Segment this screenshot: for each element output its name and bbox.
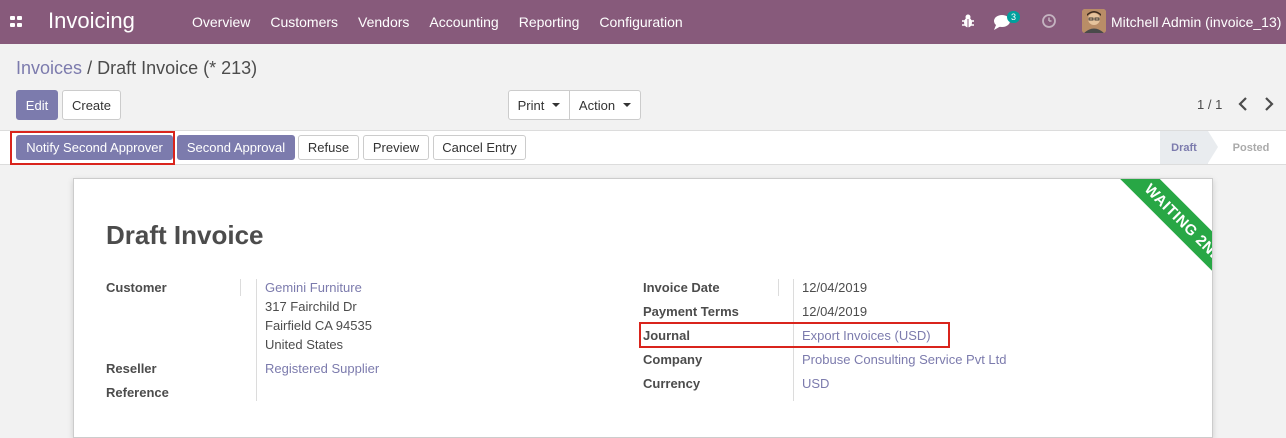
field-divider [240,279,241,296]
menu-reporting[interactable]: Reporting [509,0,590,44]
reseller-label: Reseller [106,361,157,376]
chevron-right-icon[interactable] [1263,96,1275,112]
caret-down-icon [552,103,561,107]
action-dropdown[interactable]: Action [569,90,641,120]
document-title: Draft Invoice [106,220,264,250]
print-dropdown[interactable]: Print [508,90,570,120]
field-divider [793,279,794,401]
menu-customers[interactable]: Customers [260,0,348,44]
payment-terms-label: Payment Terms [643,304,739,319]
reference-label: Reference [106,385,169,400]
journal-link[interactable]: Export Invoices (USD) [802,328,931,343]
customer-link[interactable]: Gemini Furniture [265,280,362,295]
breadcrumb-separator: / [87,58,93,78]
journal-label: Journal [643,328,690,343]
company-label: Company [643,352,703,367]
reseller-link[interactable]: Registered Supplier [265,361,379,376]
chat-count-badge: 3 [1007,11,1021,23]
payment-terms-value: 12/04/2019 [802,304,868,319]
company-link[interactable]: Probuse Consulting Service Pvt Ltd [802,352,1007,367]
clock-icon[interactable] [1041,13,1057,29]
customer-address-line: Fairfield CA 94535 [265,318,372,333]
edit-button[interactable]: Edit [16,90,58,120]
invoice-date-label: Invoice Date [643,280,720,295]
invoice-date-value: 12/04/2019 [802,280,868,295]
customer-label: Customer [106,280,167,295]
apps-menu-icon[interactable] [10,16,22,27]
currency-label: Currency [643,376,701,391]
breadcrumb-invoices[interactable]: Invoices [16,58,82,78]
waiting-ribbon: WAITING 2ND [1103,179,1212,304]
menu-overview[interactable]: Overview [182,0,260,44]
user-menu[interactable]: Mitchell Admin (invoice_13) [1111,14,1281,30]
stage-arrow [1208,131,1218,163]
action-label: Action [578,97,616,113]
field-divider [256,279,257,401]
preview-button[interactable]: Preview [363,135,429,160]
field-divider [778,279,779,296]
user-avatar[interactable] [1082,9,1106,33]
stage-posted[interactable]: Posted [1222,131,1280,164]
print-label: Print [517,97,545,113]
caret-down-icon [623,103,632,107]
create-button[interactable]: Create [62,90,121,120]
customer-address-line: United States [265,337,344,352]
customer-address-line: 317 Fairchild Dr [265,299,357,314]
pager-value[interactable]: 1 / 1 [1197,97,1222,112]
bug-icon[interactable] [960,13,976,29]
menu-vendors[interactable]: Vendors [348,0,419,44]
second-approval-button[interactable]: Second Approval [177,135,295,160]
menu-accounting[interactable]: Accounting [419,0,508,44]
refuse-button[interactable]: Refuse [298,135,359,160]
cancel-entry-button[interactable]: Cancel Entry [433,135,526,160]
breadcrumb-current: Draft Invoice (* 213) [97,58,258,78]
currency-link[interactable]: USD [802,376,829,391]
notify-second-approver-button[interactable]: Notify Second Approver [16,135,173,160]
breadcrumb: Invoices / Draft Invoice (* 213) [16,58,257,79]
top-navbar: Invoicing Overview Customers Vendors Acc… [0,0,1286,44]
menu-configuration[interactable]: Configuration [589,0,692,44]
app-title[interactable]: Invoicing [48,8,135,34]
chevron-left-icon[interactable] [1237,96,1249,112]
stage-draft[interactable]: Draft [1160,131,1208,164]
main-menu: Overview Customers Vendors Accounting Re… [182,0,693,44]
